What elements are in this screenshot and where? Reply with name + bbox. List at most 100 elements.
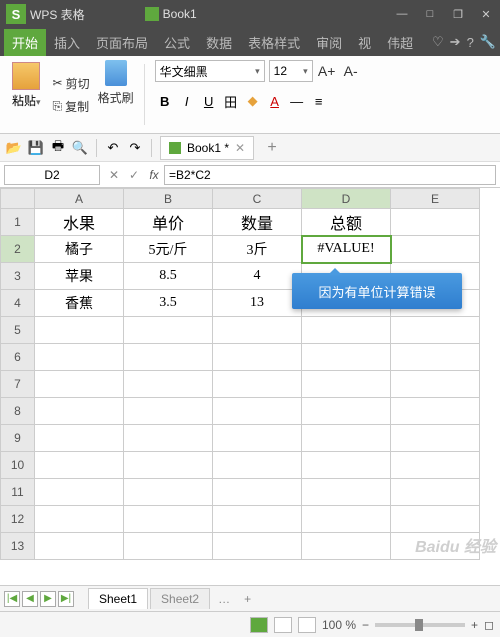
- col-header-A[interactable]: A: [35, 189, 124, 209]
- menu-page-layout[interactable]: 页面布局: [88, 29, 156, 56]
- cell-A10[interactable]: [35, 452, 124, 479]
- bold-button[interactable]: B: [155, 91, 175, 111]
- sheet-tab-2[interactable]: Sheet2: [150, 588, 210, 609]
- menu-formula[interactable]: 公式: [156, 29, 198, 56]
- view-page-button[interactable]: [274, 617, 292, 633]
- cell-B4[interactable]: 3.5: [124, 290, 213, 317]
- sheet-nav-first[interactable]: |◀: [4, 591, 20, 607]
- cell-C9[interactable]: [213, 425, 302, 452]
- cell-D1[interactable]: 总额: [302, 209, 391, 236]
- cell-C11[interactable]: [213, 479, 302, 506]
- cell-B10[interactable]: [124, 452, 213, 479]
- print-icon[interactable]: 🖶: [50, 140, 66, 156]
- cell-B1[interactable]: 单价: [124, 209, 213, 236]
- copy-button[interactable]: ⎘复制: [53, 98, 90, 115]
- sheet-nav-last[interactable]: ▶|: [58, 591, 74, 607]
- cell-C6[interactable]: [213, 344, 302, 371]
- cell-E9[interactable]: [391, 425, 480, 452]
- cell-E13[interactable]: [391, 533, 480, 560]
- font-size-select[interactable]: 12▾: [269, 60, 313, 82]
- cell-D2[interactable]: #VALUE!: [302, 236, 391, 263]
- cell-A8[interactable]: [35, 398, 124, 425]
- row-header-5[interactable]: 5: [1, 317, 35, 344]
- row-header-12[interactable]: 12: [1, 506, 35, 533]
- minimize-button[interactable]: —: [388, 2, 416, 26]
- line1-button[interactable]: —: [287, 91, 307, 111]
- menu-view[interactable]: 视: [350, 29, 379, 56]
- maximize-button[interactable]: ❐: [444, 2, 472, 26]
- view-normal-button[interactable]: [250, 617, 268, 633]
- cell-A2[interactable]: 橘子: [35, 236, 124, 263]
- share-icon[interactable]: ➔: [450, 34, 461, 50]
- row-header-9[interactable]: 9: [1, 425, 35, 452]
- menu-review[interactable]: 审阅: [308, 29, 350, 56]
- cell-E12[interactable]: [391, 506, 480, 533]
- cell-B12[interactable]: [124, 506, 213, 533]
- decrease-font-button[interactable]: A-: [341, 61, 361, 81]
- cell-B13[interactable]: [124, 533, 213, 560]
- cell-A9[interactable]: [35, 425, 124, 452]
- format-painter-button[interactable]: 格式刷: [98, 89, 134, 106]
- col-header-D[interactable]: D: [302, 189, 391, 209]
- col-header-E[interactable]: E: [391, 189, 480, 209]
- cell-A5[interactable]: [35, 317, 124, 344]
- italic-button[interactable]: I: [177, 91, 197, 111]
- zoom-thumb[interactable]: [415, 619, 423, 631]
- cell-B7[interactable]: [124, 371, 213, 398]
- row-header-3[interactable]: 3: [1, 263, 35, 290]
- cell-A7[interactable]: [35, 371, 124, 398]
- cell-C4[interactable]: 13: [213, 290, 302, 317]
- col-header-C[interactable]: C: [213, 189, 302, 209]
- font-name-select[interactable]: 华文细黑▾: [155, 60, 265, 82]
- border-button[interactable]: 田: [221, 91, 241, 111]
- cell-B11[interactable]: [124, 479, 213, 506]
- row-header-11[interactable]: 11: [1, 479, 35, 506]
- line2-button[interactable]: ≡: [309, 91, 329, 111]
- sheet-more[interactable]: …: [212, 590, 236, 608]
- cell-B6[interactable]: [124, 344, 213, 371]
- sheet-nav-next[interactable]: ▶: [40, 591, 56, 607]
- sheet-tab-1[interactable]: Sheet1: [88, 588, 148, 609]
- cell-A1[interactable]: 水果: [35, 209, 124, 236]
- spreadsheet-grid[interactable]: A B C D E 1水果单价数量总额2橘子5元/斤3斤#VALUE!3苹果8.…: [0, 188, 480, 560]
- row-header-13[interactable]: 13: [1, 533, 35, 560]
- cell-A4[interactable]: 香蕉: [35, 290, 124, 317]
- row-header-7[interactable]: 7: [1, 371, 35, 398]
- cell-E5[interactable]: [391, 317, 480, 344]
- cell-D6[interactable]: [302, 344, 391, 371]
- cell-B9[interactable]: [124, 425, 213, 452]
- zoom-out-button[interactable]: −: [362, 618, 369, 632]
- cell-D11[interactable]: [302, 479, 391, 506]
- view-break-button[interactable]: [298, 617, 316, 633]
- cell-E11[interactable]: [391, 479, 480, 506]
- cell-C13[interactable]: [213, 533, 302, 560]
- sheet-nav-prev[interactable]: ◀: [22, 591, 38, 607]
- cell-C12[interactable]: [213, 506, 302, 533]
- cell-D12[interactable]: [302, 506, 391, 533]
- cell-D5[interactable]: [302, 317, 391, 344]
- font-color-button[interactable]: A: [265, 91, 285, 111]
- cell-C8[interactable]: [213, 398, 302, 425]
- cell-E6[interactable]: [391, 344, 480, 371]
- cell-E8[interactable]: [391, 398, 480, 425]
- cell-C2[interactable]: 3斤: [213, 236, 302, 263]
- cut-button[interactable]: ✂剪切: [53, 75, 90, 92]
- paste-button[interactable]: 粘贴▾: [8, 60, 45, 111]
- cell-C10[interactable]: [213, 452, 302, 479]
- cell-D10[interactable]: [302, 452, 391, 479]
- settings-icon[interactable]: 🔧: [480, 34, 496, 50]
- open-icon[interactable]: 📂: [6, 140, 22, 156]
- accept-formula-button[interactable]: ✓: [124, 168, 144, 182]
- cell-A12[interactable]: [35, 506, 124, 533]
- cell-C1[interactable]: 数量: [213, 209, 302, 236]
- increase-font-button[interactable]: A+: [317, 61, 337, 81]
- row-header-6[interactable]: 6: [1, 344, 35, 371]
- row-header-1[interactable]: 1: [1, 209, 35, 236]
- help-icon[interactable]: ?: [467, 35, 474, 50]
- underline-button[interactable]: U: [199, 91, 219, 111]
- fx-button[interactable]: fx: [144, 168, 164, 182]
- zoom-in-button[interactable]: +: [471, 618, 478, 632]
- row-header-10[interactable]: 10: [1, 452, 35, 479]
- save-icon[interactable]: 💾: [28, 140, 44, 156]
- cell-C3[interactable]: 4: [213, 263, 302, 290]
